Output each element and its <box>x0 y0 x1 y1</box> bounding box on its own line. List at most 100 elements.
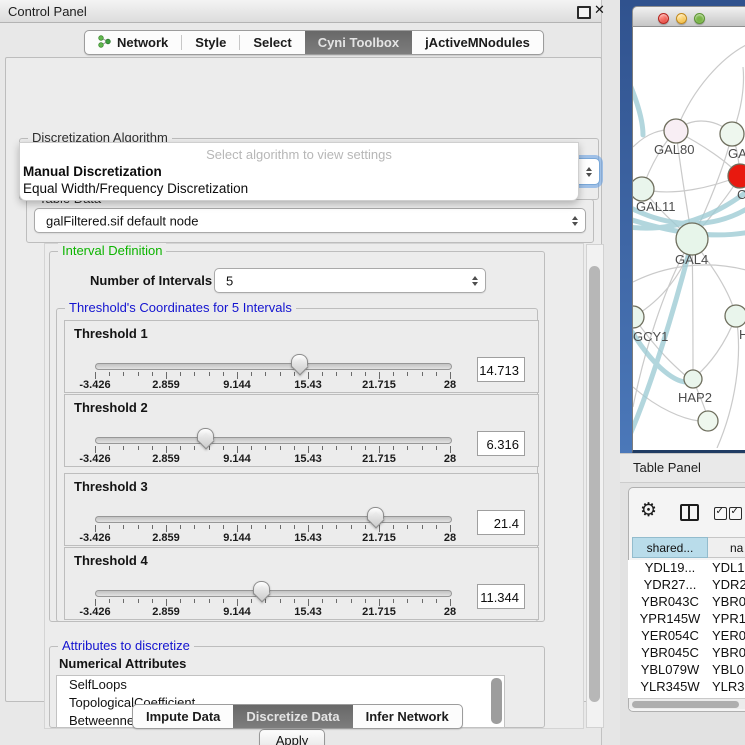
threshold-value-field[interactable]: 21.4 <box>477 510 525 535</box>
slider-scale-labels: -3.4262.8599.14415.4321.71528 <box>95 606 450 618</box>
close-traffic-light-icon[interactable] <box>658 13 669 24</box>
network-node[interactable] <box>633 177 654 201</box>
network-node-label: C <box>737 187 745 202</box>
network-node[interactable] <box>725 305 745 327</box>
table-data-combo[interactable]: galFiltered.sif default node <box>34 208 586 233</box>
number-of-intervals-combo[interactable]: 5 <box>214 268 486 293</box>
slider-scale-label: 28 <box>444 532 456 544</box>
panel-scrollbar-thumb[interactable] <box>589 266 600 702</box>
minimize-traffic-light-icon[interactable] <box>676 13 687 24</box>
network-node-label: GCY1 <box>633 329 668 344</box>
network-node[interactable] <box>698 411 718 431</box>
table-row[interactable]: YLR345WYLR3... <box>628 679 745 696</box>
slider-scale-label: 15.43 <box>294 453 322 465</box>
right-area: GAL80GACGAL11GAL4GCY1HHAP2 Table Panel ⚙… <box>620 0 745 745</box>
number-of-intervals-label: Number of Intervals <box>90 273 212 288</box>
bottom-tabs: Impute Data Discretize Data Infer Networ… <box>132 704 463 729</box>
threshold-value-field[interactable]: 11.344 <box>477 584 525 609</box>
tab-jactivemnodules[interactable]: jActiveMNodules <box>412 31 543 54</box>
table-horizontal-scrollbar[interactable] <box>629 698 745 709</box>
tab-cyni-toolbox[interactable]: Cyni Toolbox <box>305 31 412 54</box>
network-node[interactable] <box>676 223 708 255</box>
slider-scale-label: 2.859 <box>152 532 180 544</box>
table-row[interactable]: YBR045CYBR0... <box>628 645 745 662</box>
table-row[interactable]: YPR145WYPR1... <box>628 611 745 628</box>
popup-hint: Select algorithm to view settings <box>20 147 578 162</box>
table-row[interactable]: YDR27...YDR2... <box>628 577 745 594</box>
slider-scale-label: 21.715 <box>362 606 396 618</box>
column-header-name[interactable]: na <box>708 537 745 558</box>
threshold-slider-thumb[interactable] <box>291 354 308 376</box>
network-node-label: GAL4 <box>675 252 708 267</box>
tab-select[interactable]: Select <box>240 31 304 54</box>
table-row[interactable]: YDL19...YDL1... <box>628 560 745 577</box>
screen: Control Panel ✕ Network Style Select Cyn… <box>0 0 745 745</box>
combo-arrows-icon <box>586 167 592 177</box>
zoom-traffic-light-icon[interactable] <box>694 13 705 24</box>
threshold-label: Threshold 3 <box>74 479 148 494</box>
network-canvas[interactable]: GAL80GACGAL11GAL4GCY1HHAP2 <box>632 27 745 454</box>
slider-scale-labels: -3.4262.8599.14415.4321.71528 <box>95 453 450 465</box>
threshold-slider-thumb[interactable] <box>253 581 270 603</box>
threshold-value-field[interactable]: 6.316 <box>477 431 525 456</box>
popup-item-manual-discretization[interactable]: Manual Discretization <box>23 164 162 179</box>
threshold-slider-track[interactable] <box>95 437 452 444</box>
threshold-slider-track[interactable] <box>95 516 452 523</box>
panel-scrollbar[interactable] <box>586 244 604 728</box>
numerical-attributes-label: Numerical Attributes <box>56 656 189 671</box>
network-node-label: GAL11 <box>636 199 676 214</box>
slider-scale-label: -3.426 <box>79 606 110 618</box>
slider-scale-label: 2.859 <box>152 453 180 465</box>
slider-scale-label: 28 <box>444 606 456 618</box>
tab-impute-data[interactable]: Impute Data <box>133 705 233 728</box>
tab-network[interactable]: Network <box>85 31 181 54</box>
network-node[interactable] <box>633 306 644 328</box>
popup-item-equal-width-frequency[interactable]: Equal Width/Frequency Discretization <box>23 181 248 196</box>
network-node[interactable] <box>684 370 702 388</box>
slider-scale-label: 15.43 <box>294 606 322 618</box>
table-row[interactable]: YBR043CYBR0... <box>628 594 745 611</box>
close-icon[interactable]: ✕ <box>594 2 605 18</box>
list-scrollbar[interactable] <box>491 678 502 724</box>
table-panel-title: Table Panel <box>633 460 701 475</box>
threshold-slider-thumb[interactable] <box>367 507 384 529</box>
checkbox-icon[interactable] <box>714 507 727 520</box>
threshold-slider-track[interactable] <box>95 363 452 370</box>
threshold-slider-thumb[interactable] <box>197 428 214 450</box>
gear-icon[interactable]: ⚙ <box>640 499 657 521</box>
float-window-icon[interactable] <box>577 6 591 19</box>
panel-title: Control Panel <box>8 4 87 19</box>
slider-scale-label: 9.144 <box>223 453 251 465</box>
apply-button[interactable]: Apply <box>259 729 325 745</box>
split-columns-icon[interactable] <box>680 504 699 521</box>
threshold-label: Threshold 2 <box>74 400 148 415</box>
threshold-box: Threshold 3 -3.4262.8599.14415.4321.7152… <box>64 473 539 546</box>
network-node[interactable] <box>664 119 688 143</box>
threshold-value-field[interactable]: 14.713 <box>477 357 525 382</box>
number-of-intervals-value: 5 <box>226 273 233 288</box>
tab-style[interactable]: Style <box>182 31 239 54</box>
network-node[interactable] <box>720 122 744 146</box>
column-header-shared-name[interactable]: shared... <box>632 537 708 558</box>
table-scrollbar-thumb[interactable] <box>632 701 739 708</box>
threshold-slider-track[interactable] <box>95 590 452 597</box>
tab-discretize-data[interactable]: Discretize Data <box>233 705 352 728</box>
threshold-box: Threshold 4 -3.4262.8599.14415.4321.7152… <box>64 547 539 620</box>
slider-scale-label: 28 <box>444 453 456 465</box>
network-node-label: GAL80 <box>654 142 694 157</box>
control-panel-tabs: Network Style Select Cyni Toolbox jActiv… <box>84 30 544 55</box>
node-table[interactable]: YDL19...YDL1...YDR27...YDR2...YBR043CYBR… <box>628 560 745 698</box>
slider-scale-label: 9.144 <box>223 379 251 391</box>
network-window-titlebar[interactable] <box>632 6 745 27</box>
attribute-list-item[interactable]: SelfLoops <box>57 676 504 694</box>
table-row[interactable]: YBL079WYBL0... <box>628 662 745 679</box>
table-row[interactable]: YER054CYER0... <box>628 628 745 645</box>
network-node[interactable] <box>728 164 745 188</box>
table-data-combo-value: galFiltered.sif default node <box>46 213 198 228</box>
tab-network-label: Network <box>117 35 168 50</box>
interval-definition-title: Interval Definition <box>58 243 166 258</box>
tab-infer-network[interactable]: Infer Network <box>353 705 462 728</box>
network-icon <box>98 35 111 51</box>
table-panel-titlebar: Table Panel <box>620 453 745 483</box>
checkbox-icon[interactable] <box>729 507 742 520</box>
